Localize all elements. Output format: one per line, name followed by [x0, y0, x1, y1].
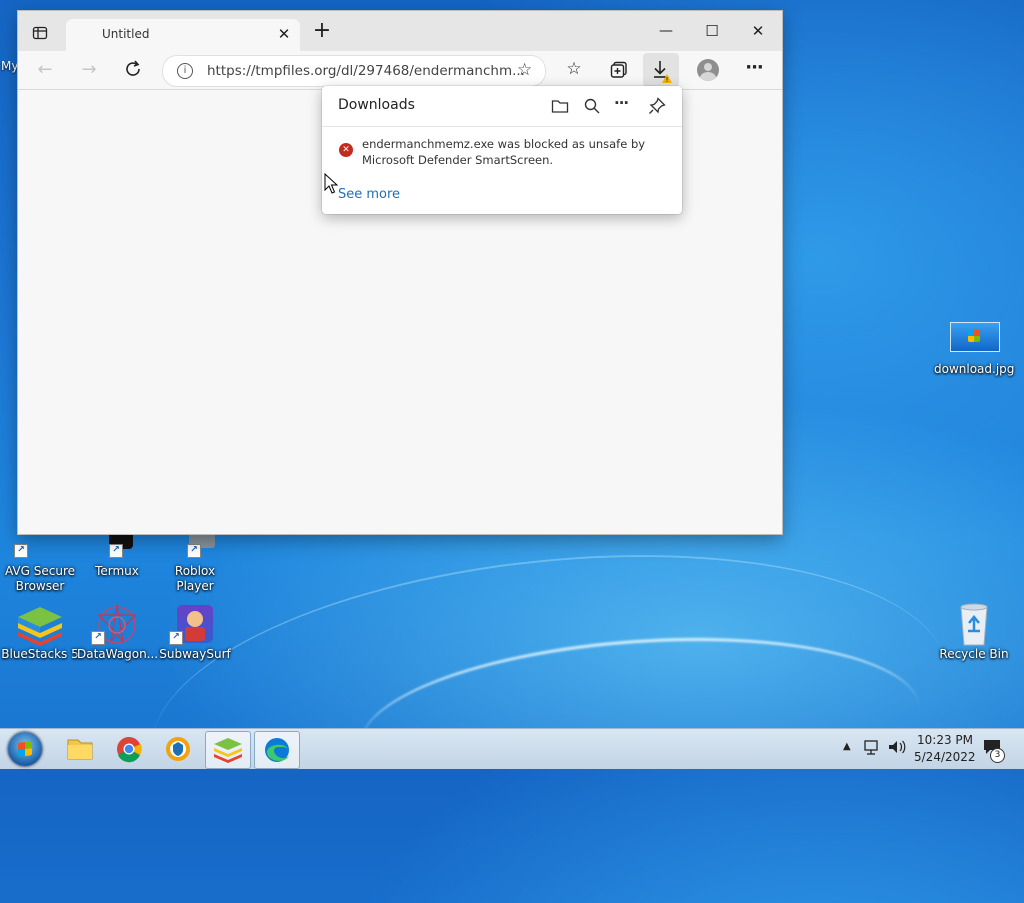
- collections-icon: [610, 61, 627, 78]
- bluestacks-icon: [16, 603, 64, 646]
- desktop-icon-datawagon[interactable]: ↗ DataWagon...: [77, 603, 159, 662]
- tab-actions-icon: [32, 26, 48, 40]
- tab-untitled[interactable]: Untitled ✕: [66, 19, 300, 51]
- taskbar: ▲ 10:23 PM 5/24/2022 3: [0, 728, 1024, 769]
- back-button[interactable]: ←: [34, 59, 56, 81]
- forward-button[interactable]: →: [78, 59, 100, 81]
- taskbar-bluestacks[interactable]: [205, 731, 251, 769]
- taskbar-edge[interactable]: [254, 731, 300, 769]
- see-more-link[interactable]: See more: [338, 187, 400, 202]
- desktop-icon-label: AVG Secure Browser: [4, 564, 76, 593]
- start-button[interactable]: [6, 730, 44, 768]
- shortcut-arrow-icon: ↗: [91, 631, 105, 645]
- address-bar[interactable]: i https://tmpfiles.org/dl/297468/enderma…: [162, 55, 546, 87]
- favorites-button[interactable]: ☆: [563, 59, 585, 81]
- network-icon[interactable]: [863, 738, 881, 759]
- mouse-cursor-icon: [324, 173, 338, 194]
- desktop-icon-label: download.jpg: [934, 362, 1015, 376]
- desktop-icon-bluestacks[interactable]: BlueStacks 5: [0, 603, 80, 662]
- collections-button[interactable]: [608, 60, 630, 82]
- taskbar-avg-browser[interactable]: [156, 731, 200, 767]
- volume-icon[interactable]: [887, 738, 907, 759]
- navigation-toolbar: ← → i https://tmpfiles.org/dl/297468/end…: [18, 51, 782, 90]
- shortcut-arrow-icon: ↗: [169, 631, 183, 645]
- pin-icon: [649, 97, 666, 114]
- desktop-icon-label: Termux: [95, 564, 139, 578]
- search-downloads-button[interactable]: [582, 96, 602, 116]
- desktop-icon-download-jpg[interactable]: download.jpg: [934, 318, 1014, 377]
- taskbar-chrome[interactable]: [107, 731, 151, 767]
- tab-title: Untitled: [102, 27, 150, 41]
- settings-more-button[interactable]: ···: [742, 57, 766, 79]
- pin-downloads-button[interactable]: [647, 96, 667, 116]
- bluestacks-icon: [214, 738, 242, 763]
- add-favorite-icon[interactable]: ☆: [517, 60, 532, 80]
- desktop-icon-label: Roblox Player: [174, 564, 216, 593]
- new-tab-button[interactable]: +: [312, 20, 332, 42]
- desktop-icon-label: Recycle Bin: [939, 647, 1009, 661]
- desktop-icon-label: BlueStacks 5: [1, 647, 79, 661]
- blocked-download-message[interactable]: endermanchmemz.exe was blocked as unsafe…: [362, 136, 676, 168]
- chrome-icon: [117, 737, 142, 763]
- folder-icon: [551, 100, 569, 113]
- download-jpg-icon: [950, 318, 1000, 360]
- file-explorer-icon: [67, 739, 93, 760]
- profile-avatar[interactable]: [697, 59, 719, 81]
- site-info-icon[interactable]: i: [177, 63, 193, 79]
- downloads-flyout: Downloads ··· ✕ endermanchmemz.exe was b…: [322, 86, 682, 214]
- avg-browser-icon: [166, 737, 190, 761]
- tab-strip: Untitled ✕ + — ☐ ✕: [18, 11, 782, 51]
- maximize-button[interactable]: ☐: [700, 21, 724, 41]
- edge-icon: [265, 738, 289, 762]
- close-window-button[interactable]: ✕: [746, 21, 770, 41]
- flyout-divider: [322, 126, 682, 127]
- address-url: https://tmpfiles.org/dl/297468/endermanc…: [207, 63, 525, 79]
- open-downloads-folder-button[interactable]: [550, 96, 570, 116]
- taskbar-file-explorer[interactable]: [58, 731, 102, 767]
- desktop-icon-recycle-bin[interactable]: Recycle Bin: [934, 603, 1014, 662]
- recycle-bin-icon: [950, 603, 998, 646]
- refresh-icon: [126, 60, 140, 76]
- tab-close-button[interactable]: ✕: [274, 24, 294, 44]
- subwaysurf-icon: ↗: [169, 603, 219, 645]
- downloads-more-options-button[interactable]: ···: [614, 94, 634, 114]
- blocked-error-icon: ✕: [339, 143, 353, 157]
- shortcut-arrow-icon: ↗: [14, 544, 28, 558]
- favorites-icon: ☆: [566, 59, 582, 79]
- shortcut-arrow-icon: ↗: [187, 544, 201, 558]
- desktop-icon-label: SubwaySurf: [159, 647, 231, 661]
- clock-date[interactable]: 5/24/2022: [914, 750, 976, 764]
- datawagon-icon: ↗: [91, 603, 141, 645]
- notification-badge: 3: [990, 748, 1005, 763]
- start-orb-icon: [8, 732, 42, 766]
- desktop-partial-label: My: [1, 59, 19, 73]
- downloads-button[interactable]: !: [643, 53, 679, 87]
- refresh-button[interactable]: [122, 59, 144, 81]
- downloads-title: Downloads: [338, 97, 415, 113]
- shortcut-arrow-icon: ↗: [109, 544, 123, 558]
- desktop-icon-subwaysurf[interactable]: ↗ SubwaySurf: [155, 603, 235, 662]
- tab-actions-button[interactable]: [32, 25, 48, 41]
- svg-text:!: !: [666, 76, 669, 84]
- minimize-button[interactable]: —: [654, 21, 678, 41]
- clock-time[interactable]: 10:23 PM: [917, 733, 973, 747]
- desktop-icon-label: DataWagon...: [77, 647, 159, 661]
- download-warning-icon: !: [654, 61, 672, 84]
- search-icon: [584, 98, 600, 114]
- show-hidden-icons-button[interactable]: ▲: [843, 741, 851, 752]
